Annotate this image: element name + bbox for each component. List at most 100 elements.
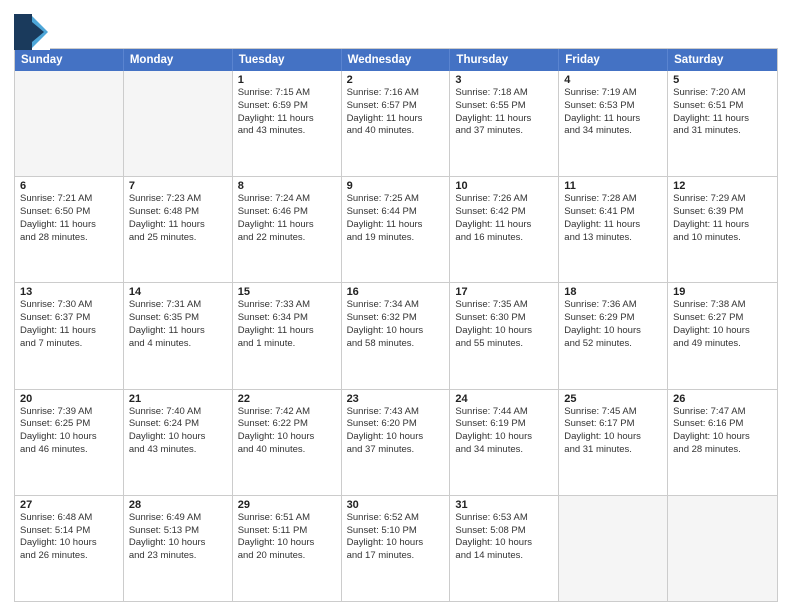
cell-info-line: Sunset: 5:10 PM	[347, 525, 445, 538]
cell-info-line: Sunset: 6:34 PM	[238, 312, 336, 325]
day-number: 8	[238, 180, 336, 192]
cell-info-line: and 52 minutes.	[564, 338, 662, 351]
cell-info-line: Daylight: 10 hours	[347, 431, 445, 444]
cell-info-line: Sunset: 6:51 PM	[673, 100, 772, 113]
cell-info-line: Daylight: 11 hours	[238, 113, 336, 126]
day-number: 18	[564, 286, 662, 298]
cell-info-line: and 10 minutes.	[673, 232, 772, 245]
calendar-body: 1Sunrise: 7:15 AMSunset: 6:59 PMDaylight…	[15, 71, 777, 601]
cell-info-line: and 49 minutes.	[673, 338, 772, 351]
calendar-cell: 8Sunrise: 7:24 AMSunset: 6:46 PMDaylight…	[233, 177, 342, 282]
day-number: 27	[20, 499, 118, 511]
cell-info-line: Sunset: 6:17 PM	[564, 418, 662, 431]
cell-info-line: Daylight: 11 hours	[20, 325, 118, 338]
cell-info-line: Daylight: 11 hours	[238, 325, 336, 338]
cell-info-line: Sunset: 6:50 PM	[20, 206, 118, 219]
cell-info-line: Daylight: 10 hours	[564, 431, 662, 444]
cell-info-line: Daylight: 10 hours	[347, 537, 445, 550]
cell-info-line: Sunset: 5:11 PM	[238, 525, 336, 538]
day-number: 31	[455, 499, 553, 511]
cell-info-line: and 13 minutes.	[564, 232, 662, 245]
day-number: 25	[564, 393, 662, 405]
day-number: 3	[455, 74, 553, 86]
day-number: 1	[238, 74, 336, 86]
cell-info-line: Sunset: 6:59 PM	[238, 100, 336, 113]
calendar-cell: 27Sunrise: 6:48 AMSunset: 5:14 PMDayligh…	[15, 496, 124, 601]
cell-info-line: Daylight: 10 hours	[564, 325, 662, 338]
day-number: 15	[238, 286, 336, 298]
day-number: 14	[129, 286, 227, 298]
cell-info-line: Daylight: 10 hours	[455, 325, 553, 338]
calendar-cell: 1Sunrise: 7:15 AMSunset: 6:59 PMDaylight…	[233, 71, 342, 176]
day-number: 26	[673, 393, 772, 405]
cell-info-line: Sunrise: 7:43 AM	[347, 406, 445, 419]
cell-info-line: and 7 minutes.	[20, 338, 118, 351]
cell-info-line: Sunrise: 7:39 AM	[20, 406, 118, 419]
cell-info-line: Sunset: 6:25 PM	[20, 418, 118, 431]
calendar-cell: 22Sunrise: 7:42 AMSunset: 6:22 PMDayligh…	[233, 390, 342, 495]
calendar-cell: 5Sunrise: 7:20 AMSunset: 6:51 PMDaylight…	[668, 71, 777, 176]
cell-info-line: Daylight: 11 hours	[238, 219, 336, 232]
cell-info-line: and 23 minutes.	[129, 550, 227, 563]
calendar-cell: 3Sunrise: 7:18 AMSunset: 6:55 PMDaylight…	[450, 71, 559, 176]
cell-info-line: and 40 minutes.	[347, 125, 445, 138]
cell-info-line: Daylight: 10 hours	[673, 431, 772, 444]
calendar-cell: 29Sunrise: 6:51 AMSunset: 5:11 PMDayligh…	[233, 496, 342, 601]
cell-info-line: and 58 minutes.	[347, 338, 445, 351]
calendar-cell	[15, 71, 124, 176]
calendar-cell: 11Sunrise: 7:28 AMSunset: 6:41 PMDayligh…	[559, 177, 668, 282]
calendar-cell: 10Sunrise: 7:26 AMSunset: 6:42 PMDayligh…	[450, 177, 559, 282]
calendar-week-row: 27Sunrise: 6:48 AMSunset: 5:14 PMDayligh…	[15, 495, 777, 601]
day-number: 9	[347, 180, 445, 192]
day-number: 28	[129, 499, 227, 511]
cell-info-line: and 43 minutes.	[238, 125, 336, 138]
day-number: 11	[564, 180, 662, 192]
calendar-week-row: 20Sunrise: 7:39 AMSunset: 6:25 PMDayligh…	[15, 389, 777, 495]
cell-info-line: Sunrise: 7:38 AM	[673, 299, 772, 312]
cell-info-line: Daylight: 11 hours	[455, 113, 553, 126]
cell-info-line: Sunset: 6:42 PM	[455, 206, 553, 219]
calendar-cell: 13Sunrise: 7:30 AMSunset: 6:37 PMDayligh…	[15, 283, 124, 388]
calendar-cell: 21Sunrise: 7:40 AMSunset: 6:24 PMDayligh…	[124, 390, 233, 495]
cell-info-line: Sunrise: 7:26 AM	[455, 193, 553, 206]
cell-info-line: Daylight: 10 hours	[238, 537, 336, 550]
cell-info-line: Daylight: 11 hours	[20, 219, 118, 232]
cell-info-line: Sunrise: 7:30 AM	[20, 299, 118, 312]
day-number: 4	[564, 74, 662, 86]
cell-info-line: Sunrise: 7:40 AM	[129, 406, 227, 419]
cell-info-line: Sunset: 6:46 PM	[238, 206, 336, 219]
calendar-cell: 4Sunrise: 7:19 AMSunset: 6:53 PMDaylight…	[559, 71, 668, 176]
cell-info-line: and 55 minutes.	[455, 338, 553, 351]
cell-info-line: Sunrise: 6:52 AM	[347, 512, 445, 525]
cell-info-line: and 40 minutes.	[238, 444, 336, 457]
cell-info-line: and 34 minutes.	[564, 125, 662, 138]
day-of-week-header: Monday	[124, 49, 233, 71]
calendar: SundayMondayTuesdayWednesdayThursdayFrid…	[14, 48, 778, 602]
day-number: 10	[455, 180, 553, 192]
day-number: 6	[20, 180, 118, 192]
cell-info-line: Daylight: 11 hours	[455, 219, 553, 232]
calendar-header: SundayMondayTuesdayWednesdayThursdayFrid…	[15, 49, 777, 71]
calendar-cell	[668, 496, 777, 601]
calendar-cell: 19Sunrise: 7:38 AMSunset: 6:27 PMDayligh…	[668, 283, 777, 388]
day-number: 22	[238, 393, 336, 405]
cell-info-line: Sunrise: 7:15 AM	[238, 87, 336, 100]
cell-info-line: Sunset: 6:53 PM	[564, 100, 662, 113]
cell-info-line: and 22 minutes.	[238, 232, 336, 245]
cell-info-line: Daylight: 10 hours	[20, 537, 118, 550]
cell-info-line: Sunset: 6:22 PM	[238, 418, 336, 431]
cell-info-line: Daylight: 11 hours	[673, 219, 772, 232]
cell-info-line: Sunrise: 7:24 AM	[238, 193, 336, 206]
calendar-cell: 17Sunrise: 7:35 AMSunset: 6:30 PMDayligh…	[450, 283, 559, 388]
calendar-week-row: 1Sunrise: 7:15 AMSunset: 6:59 PMDaylight…	[15, 71, 777, 176]
cell-info-line: Sunrise: 6:49 AM	[129, 512, 227, 525]
calendar-cell: 15Sunrise: 7:33 AMSunset: 6:34 PMDayligh…	[233, 283, 342, 388]
cell-info-line: Sunrise: 7:28 AM	[564, 193, 662, 206]
day-of-week-header: Saturday	[668, 49, 777, 71]
cell-info-line: Daylight: 11 hours	[129, 325, 227, 338]
cell-info-line: Sunset: 5:14 PM	[20, 525, 118, 538]
calendar-cell: 16Sunrise: 7:34 AMSunset: 6:32 PMDayligh…	[342, 283, 451, 388]
header	[14, 10, 778, 42]
cell-info-line: Sunrise: 7:18 AM	[455, 87, 553, 100]
cell-info-line: and 16 minutes.	[455, 232, 553, 245]
